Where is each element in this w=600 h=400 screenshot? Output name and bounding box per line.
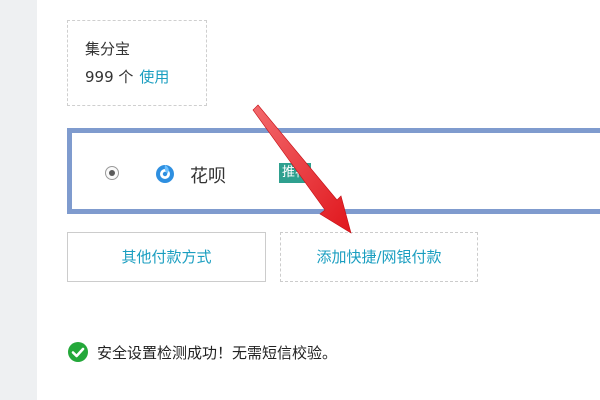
other-payment-methods-button[interactable]: 其他付款方式 bbox=[67, 232, 266, 282]
check-circle-icon bbox=[68, 342, 88, 362]
payment-method-radio[interactable] bbox=[105, 166, 119, 180]
points-card: 集分宝 999 个使用 bbox=[67, 20, 207, 106]
payment-method-huabei[interactable]: 花呗 推荐 bbox=[67, 128, 600, 214]
points-title: 集分宝 bbox=[85, 40, 131, 58]
points-count: 999 个 bbox=[85, 68, 134, 86]
add-card-button[interactable]: 添加快捷/网银付款 bbox=[280, 232, 478, 282]
points-count-line: 999 个使用 bbox=[85, 66, 169, 87]
huabei-logo-icon bbox=[156, 165, 174, 183]
payment-method-name: 花呗 bbox=[190, 166, 226, 187]
left-gutter bbox=[0, 0, 37, 400]
security-message: 安全设置检测成功！无需短信校验。 bbox=[97, 344, 338, 362]
use-points-link[interactable]: 使用 bbox=[139, 68, 169, 86]
recommend-badge: 推荐 bbox=[279, 163, 312, 183]
